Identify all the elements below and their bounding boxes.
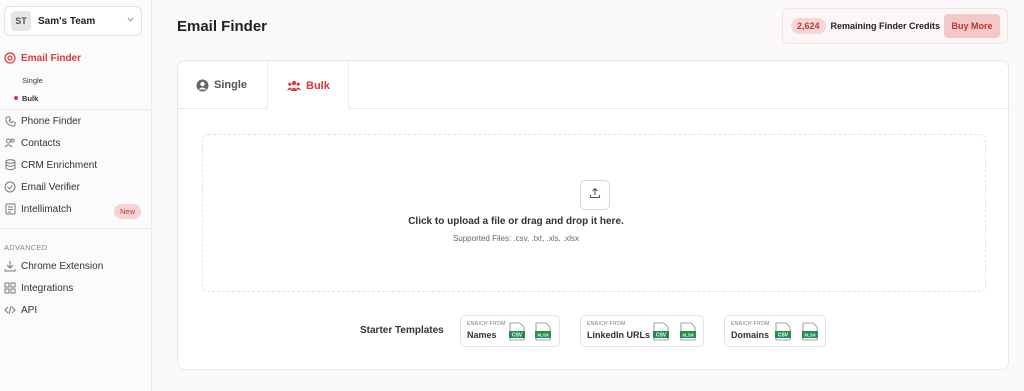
contacts-icon <box>4 137 16 149</box>
csv-file-icon[interactable]: CSV <box>653 322 669 341</box>
sidebar-subitem-bulk[interactable]: Bulk <box>22 94 38 103</box>
file-type-label: XLSX <box>682 333 694 338</box>
sidebar-item-crm-enrichment[interactable]: CRM Enrichment <box>4 156 144 174</box>
template-card-names[interactable]: ENRICH FROM Names CSV XLSX <box>460 315 560 347</box>
sidebar-item-api[interactable]: API <box>4 301 144 319</box>
sidebar-item-label: Phone Finder <box>21 115 82 127</box>
template-name: LinkedIn URLs <box>587 330 651 340</box>
tab-label: Single <box>214 79 248 91</box>
template-name: Names <box>467 330 497 340</box>
upload-title: Click to upload a file or drag and drop … <box>408 216 624 227</box>
sidebar-item-integrations[interactable]: Integrations <box>4 279 144 297</box>
starter-templates-label: Starter Templates <box>360 325 444 336</box>
divider <box>0 109 151 110</box>
team-name: Sam's Team <box>38 15 96 27</box>
phone-icon <box>4 115 16 127</box>
sidebar-item-email-finder[interactable]: Email Finder <box>4 49 144 67</box>
upload-button[interactable] <box>580 180 610 210</box>
team-switcher[interactable]: ST Sam's Team <box>4 6 142 36</box>
chevron-down-icon <box>126 15 135 27</box>
enrich-from-label: ENRICH FROM <box>467 321 506 327</box>
intellimatch-icon <box>4 203 16 215</box>
file-type-label: XLSX <box>537 333 549 338</box>
tab-single[interactable]: Single <box>196 61 247 109</box>
file-type-label: CSV <box>778 333 789 339</box>
section-label-advanced: ADVANCED <box>4 243 48 252</box>
xlsx-file-icon[interactable]: XLSX <box>802 322 818 341</box>
enrich-from-label: ENRICH FROM <box>731 321 770 327</box>
credits-count-badge: 2,624 <box>791 18 826 34</box>
supported-files: Supported Files: .csv, .txt, .xls, .xlsx <box>452 234 580 243</box>
file-type-label: CSV <box>656 333 667 339</box>
sidebar-item-label: Email Finder <box>21 52 82 64</box>
buy-more-button[interactable]: Buy More <box>944 14 1000 38</box>
file-type-label: CSV <box>512 333 523 339</box>
sidebar-item-label: Intellimatch <box>21 203 72 215</box>
template-card-linkedin-urls[interactable]: ENRICH FROM LinkedIn URLs CSV XLSX <box>580 315 704 347</box>
credits-label: Remaining Finder Credits <box>830 21 941 31</box>
divider <box>0 228 151 229</box>
sidebar-item-label: API <box>21 304 38 316</box>
sidebar-item-email-verifier[interactable]: Email Verifier <box>4 178 144 196</box>
sidebar-subitem-single[interactable]: Single <box>22 76 43 85</box>
xlsx-file-icon[interactable]: XLSX <box>535 322 551 341</box>
users-group-icon <box>287 80 301 92</box>
sidebar-item-label: Contacts <box>21 137 61 149</box>
team-avatar: ST <box>11 11 31 31</box>
xlsx-file-icon[interactable]: XLSX <box>680 322 696 341</box>
upload-dropzone[interactable] <box>202 134 986 292</box>
template-name: Domains <box>731 330 770 340</box>
sidebar: ST Sam's Team Email Finder Single Bulk P… <box>0 0 152 391</box>
sidebar-item-label: CRM Enrichment <box>21 159 98 171</box>
user-circle-icon <box>196 79 209 92</box>
csv-file-icon[interactable]: CSV <box>775 322 791 341</box>
sidebar-item-label: Email Verifier <box>21 181 80 193</box>
code-icon <box>4 304 16 316</box>
page-title: Email Finder <box>177 18 268 35</box>
sidebar-item-chrome-extension[interactable]: Chrome Extension <box>4 257 144 275</box>
grid-icon <box>4 282 16 294</box>
csv-file-icon[interactable]: CSV <box>509 322 525 341</box>
tab-bulk[interactable]: Bulk <box>267 61 349 110</box>
sidebar-item-label: Integrations <box>21 282 74 294</box>
at-sign-icon <box>4 52 16 64</box>
sidebar-item-phone-finder[interactable]: Phone Finder <box>4 112 144 130</box>
download-icon <box>4 260 16 272</box>
upload-icon <box>589 186 601 204</box>
tab-bar: Single Bulk <box>178 61 1010 110</box>
sidebar-item-label: Chrome Extension <box>21 260 104 272</box>
enrich-from-label: ENRICH FROM <box>587 321 626 327</box>
tab-label: Bulk <box>306 79 330 92</box>
database-icon <box>4 159 16 171</box>
check-circle-icon <box>4 181 16 193</box>
template-card-domains[interactable]: ENRICH FROM Domains CSV XLSX <box>724 315 826 347</box>
active-dot <box>14 96 18 100</box>
file-type-label: XLSX <box>804 333 816 338</box>
sidebar-item-contacts[interactable]: Contacts <box>4 134 144 152</box>
new-badge: New <box>113 204 141 219</box>
